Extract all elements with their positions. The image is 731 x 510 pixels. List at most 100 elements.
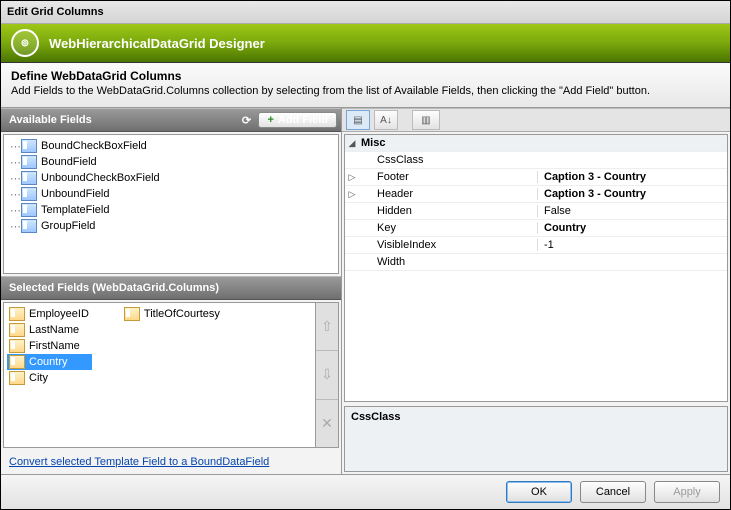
property-row[interactable]: VisibleIndex-1: [345, 237, 727, 254]
property-toolbar: ▤ A↓ ▥: [342, 108, 730, 132]
brand-logo-icon: ⊚: [11, 29, 39, 57]
intro-text: Add Fields to the WebDataGrid.Columns co…: [11, 85, 720, 97]
remove-button[interactable]: ✕: [316, 399, 338, 447]
banner-text: WebHierarchicalDataGrid Designer: [49, 36, 265, 51]
column-icon: [9, 307, 25, 321]
property-name: Footer: [359, 171, 537, 183]
expand-icon[interactable]: ▷: [345, 172, 359, 183]
selected-item-label: EmployeeID: [28, 308, 90, 320]
dialog-window: Edit Grid Columns ⊚ WebHierarchicalDataG…: [0, 0, 731, 510]
property-pages-button[interactable]: ▥: [412, 110, 440, 130]
available-item-label: BoundField: [41, 156, 97, 168]
property-row[interactable]: CssClass: [345, 152, 727, 169]
intro-panel: Define WebDataGrid Columns Add Fields to…: [1, 63, 730, 108]
property-value[interactable]: Caption 3 - Country: [537, 188, 727, 200]
available-heading-text: Available Fields: [9, 114, 92, 126]
property-name: Header: [359, 188, 537, 200]
available-item[interactable]: ⋯ UnboundCheckBoxField: [6, 170, 336, 186]
dialog-footer: OK Cancel Apply: [1, 474, 730, 509]
property-name: Width: [359, 256, 537, 268]
category-collapse-icon[interactable]: ◢: [345, 138, 359, 149]
available-item-label: BoundCheckBoxField: [41, 140, 147, 152]
available-item-label: GroupField: [41, 220, 95, 232]
selected-item[interactable]: EmployeeID: [7, 306, 92, 322]
selected-item[interactable]: FirstName: [7, 338, 92, 354]
body: Available Fields ⟳ + Add Field ⋯ BoundChe…: [1, 108, 730, 474]
property-row[interactable]: HiddenFalse: [345, 203, 727, 220]
available-item-label: TemplateField: [41, 204, 109, 216]
property-row[interactable]: ▷FooterCaption 3 - Country: [345, 169, 727, 186]
property-value[interactable]: Country: [537, 222, 727, 234]
move-down-button[interactable]: ⇩: [316, 350, 338, 398]
expand-icon[interactable]: ▷: [345, 189, 359, 200]
dialog-title: Edit Grid Columns: [1, 1, 730, 24]
alphabetical-button[interactable]: A↓: [374, 110, 398, 130]
selected-area: EmployeeID LastName FirstName Country City T…: [3, 302, 339, 448]
property-row[interactable]: KeyCountry: [345, 220, 727, 237]
column-icon: [124, 307, 140, 321]
selected-item-label: FirstName: [28, 340, 81, 352]
property-value[interactable]: -1: [537, 239, 727, 251]
available-item-label: UnboundCheckBoxField: [41, 172, 160, 184]
property-value[interactable]: Caption 3 - Country: [537, 171, 727, 183]
available-item[interactable]: ⋯ BoundCheckBoxField: [6, 138, 336, 154]
ok-button[interactable]: OK: [506, 481, 572, 503]
category-label: Misc: [359, 137, 521, 149]
designer-banner: ⊚ WebHierarchicalDataGrid Designer: [1, 24, 730, 63]
field-type-icon: [21, 187, 37, 201]
intro-heading: Define WebDataGrid Columns: [11, 69, 720, 83]
selected-item-label: City: [28, 372, 49, 384]
refresh-icon[interactable]: ⟳: [238, 112, 254, 128]
available-tree[interactable]: ⋯ BoundCheckBoxField ⋯ BoundField ⋯ UnboundCh…: [3, 134, 339, 274]
tree-connector-icon: ⋯: [10, 140, 19, 153]
column-icon: [9, 323, 25, 337]
selected-item[interactable]: Country: [7, 354, 92, 370]
selected-item[interactable]: City: [7, 370, 92, 386]
selected-heading-text: Selected Fields (WebDataGrid.Columns): [9, 282, 219, 294]
available-item[interactable]: ⋯UnboundField: [6, 186, 336, 202]
selected-list[interactable]: EmployeeID LastName FirstName Country City T…: [3, 302, 316, 448]
column-icon: [9, 355, 25, 369]
available-item[interactable]: ⋯ BoundField: [6, 154, 336, 170]
available-item[interactable]: ⋯ GroupField: [6, 218, 336, 234]
column-icon: [9, 339, 25, 353]
field-type-icon: [21, 219, 37, 233]
tree-connector-icon: ⋯: [10, 172, 19, 185]
column-icon: [9, 371, 25, 385]
move-up-button[interactable]: ⇧: [316, 303, 338, 350]
cancel-button[interactable]: Cancel: [580, 481, 646, 503]
property-row[interactable]: ▷HeaderCaption 3 - Country: [345, 186, 727, 203]
property-name: Hidden: [359, 205, 537, 217]
available-item[interactable]: ⋯TemplateField: [6, 202, 336, 218]
property-row[interactable]: Width: [345, 254, 727, 271]
property-value[interactable]: False: [537, 205, 727, 217]
property-name: VisibleIndex: [359, 239, 537, 251]
convert-link[interactable]: Convert selected Template Field to a Bou…: [1, 450, 341, 474]
selected-header: Selected Fields (WebDataGrid.Columns): [1, 276, 341, 300]
apply-button[interactable]: Apply: [654, 481, 720, 503]
property-description: CssClass: [344, 406, 728, 472]
reorder-strip: ⇧ ⇩ ✕: [316, 302, 339, 448]
desc-title: CssClass: [351, 411, 721, 423]
available-item-label: UnboundField: [41, 188, 110, 200]
selected-item-label: Country: [28, 356, 69, 368]
field-type-icon: [21, 139, 37, 153]
tree-connector-icon: ⋯: [10, 220, 19, 233]
selected-item-label: TitleOfCourtesy: [143, 308, 221, 320]
property-name: CssClass: [359, 154, 537, 166]
tree-connector-icon: ⋯: [10, 156, 19, 169]
left-pane: Available Fields ⟳ + Add Field ⋯ BoundChe…: [1, 108, 342, 474]
selected-item[interactable]: TitleOfCourtesy: [122, 306, 223, 322]
field-type-icon: [21, 155, 37, 169]
property-grid[interactable]: ◢MiscCssClass▷FooterCaption 3 - Country▷…: [344, 134, 728, 402]
field-type-icon: [21, 171, 37, 185]
selected-item[interactable]: LastName: [7, 322, 92, 338]
right-pane: ▤ A↓ ▥ ◢MiscCssClass▷FooterCaption 3 - C…: [342, 108, 730, 474]
property-name: Key: [359, 222, 537, 234]
selected-item-label: LastName: [28, 324, 80, 336]
add-field-label: Add Field: [278, 114, 328, 126]
plus-icon: +: [267, 114, 273, 126]
available-header: Available Fields ⟳ + Add Field: [1, 108, 341, 132]
add-field-button[interactable]: + Add Field: [258, 112, 337, 128]
categorized-button[interactable]: ▤: [346, 110, 370, 130]
